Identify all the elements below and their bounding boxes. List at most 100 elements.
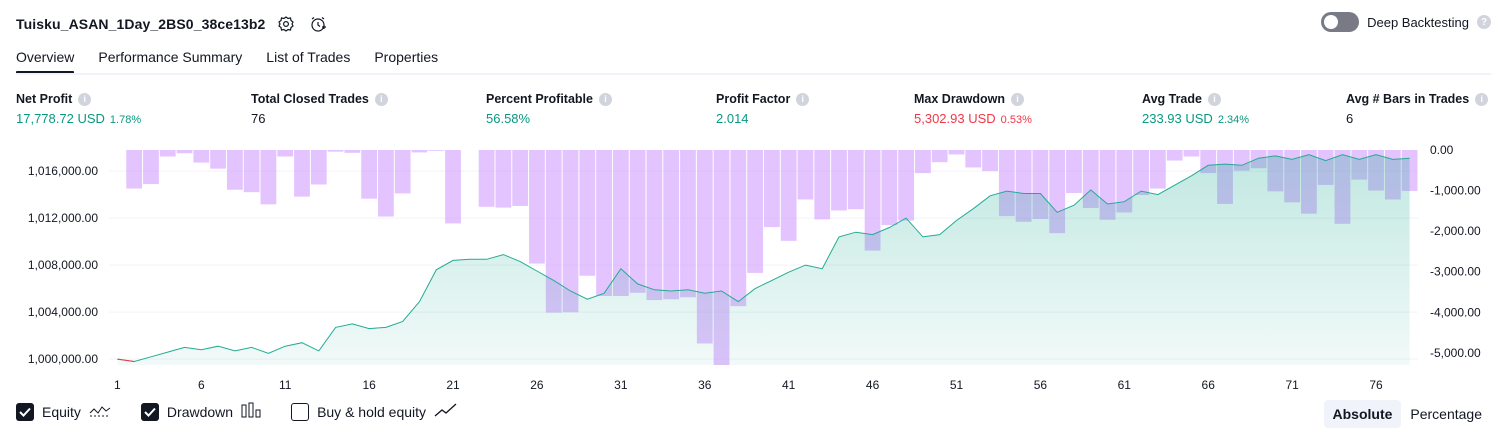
y-axis-right-label: -5,000.00 [1430,346,1481,360]
drawdown-bar [243,150,260,193]
metric-label: Max Drawdown [914,92,1005,106]
x-axis-label: 6 [198,378,205,392]
metric-value: 2.014 [716,111,749,126]
x-axis-label: 21 [446,378,460,392]
chart-legend: Equity Drawdown Buy & hold equity [16,402,488,421]
buy-hold-checkbox[interactable] [291,402,310,421]
drawdown-bar [226,150,243,190]
x-axis-label: 36 [698,378,712,392]
drawdown-bar [747,150,763,273]
tab-list-of-trades[interactable]: List of Trades [266,46,350,74]
drawdown-bar [277,150,294,157]
drawdown-bar [159,150,176,157]
x-axis-label: 51 [950,378,964,392]
legend-buy-hold-label: Buy & hold equity [317,403,427,420]
x-axis-label: 56 [1034,378,1048,392]
legend-buy-hold[interactable]: Buy & hold equity [291,402,458,421]
gear-icon[interactable] [275,13,297,35]
drawdown-bar [428,150,445,151]
y-axis-right-label: -2,000.00 [1430,224,1481,238]
metric-value: 6 [1346,111,1354,126]
drawdown-bar [529,150,545,264]
drawdown-bar [646,150,663,301]
drawdown-bar [663,150,680,300]
legend-equity[interactable]: Equity [16,402,111,421]
metric-total-closed-trades: Total Closed Trades i 76 [251,92,388,126]
alarm-clock-icon[interactable] [307,13,329,35]
drawdown-bar [1133,150,1149,196]
drawdown-bar [478,150,495,207]
y-axis-right-label: -3,000.00 [1430,265,1481,279]
tab-performance-summary[interactable]: Performance Summary [98,46,242,74]
drawdown-bar [327,150,344,152]
drawdown-bar [310,150,327,185]
drawdown-bar [260,150,277,205]
deep-backtesting-label: Deep Backtesting [1367,14,1469,30]
drawdown-bar [579,150,596,276]
legend-drawdown-label: Drawdown [166,403,234,420]
metric-label: Avg Trade [1142,92,1202,106]
legend-drawdown[interactable]: Drawdown [140,402,261,421]
drawdown-bar [193,150,210,163]
y-axis-left-label: 1,012,000.00 [28,211,98,225]
metric-avg-bars: Avg # Bars in Trades i 6 [1346,92,1489,126]
drawdown-bar [1066,150,1082,193]
x-axis-label: 16 [362,378,376,392]
info-icon[interactable]: i [598,92,612,106]
drawdown-bar [730,150,747,307]
info-icon[interactable]: i [1475,92,1489,106]
x-axis-label: 11 [279,378,292,392]
x-axis-label: 1 [114,378,121,392]
bar-chart-icon [241,402,261,421]
deep-backtesting: Deep Backtesting ? [1321,12,1491,32]
drawdown-bar [512,150,529,206]
drawdown-bar [210,150,226,169]
metric-max-drawdown: Max Drawdown i 5,302.93 USD 0.53% [914,92,1032,126]
drawdown-bar [797,150,814,200]
equity-checkbox[interactable] [16,402,34,421]
tab-bar: Overview Performance Summary List of Tra… [16,46,438,74]
y-axis-left-label: 1,004,000.00 [28,305,98,319]
info-icon[interactable]: i [796,92,810,106]
drawdown-checkbox[interactable] [140,402,159,421]
y-axis-right-label: -1,000.00 [1430,184,1481,198]
drawdown-bar [143,150,159,185]
drawdown-bar [898,150,915,221]
metric-percent: 0.53% [1000,114,1032,126]
drawdown-bar [680,150,696,298]
metric-net-profit: Net Profit i 17,778.72 USD 1.78% [16,92,141,126]
drawdown-bar [495,150,512,208]
info-icon[interactable]: i [78,92,92,106]
metric-label: Percent Profitable [486,92,593,106]
drawdown-bar [294,150,310,197]
y-axis-left-label: 1,016,000.00 [28,164,98,178]
info-icon[interactable]: i [1011,92,1024,106]
info-icon[interactable]: i [1207,92,1221,106]
help-icon[interactable]: ? [1477,15,1491,29]
y-axis-right-label: 0.00 [1430,143,1454,157]
drawdown-bar [847,150,864,210]
metric-label: Avg # Bars in Trades [1346,92,1470,106]
metric-label: Net Profit [16,92,73,106]
drawdown-bar [764,150,780,228]
drawdown-bar [915,150,931,174]
deep-backtesting-toggle[interactable] [1321,12,1360,32]
drawdown-bar [344,150,361,153]
tab-properties[interactable]: Properties [374,46,438,74]
x-axis-label: 46 [866,378,880,392]
mode-switch: Absolute Percentage [1323,400,1492,428]
drawdown-bar [445,150,461,224]
absolute-button[interactable]: Absolute [1323,400,1402,428]
equity-drawdown-chart[interactable]: 1,000,000.00 1,004,000.00 1,008,000.00 1,01… [0,140,1507,395]
info-icon[interactable]: i [374,92,388,106]
metric-percent: 2.34% [1217,114,1250,126]
x-axis-label: 76 [1369,378,1383,392]
drawdown-bar [1149,150,1166,189]
tab-overview[interactable]: Overview [16,46,75,74]
drawdown-bar [780,150,797,241]
strategy-header: Tuisku_ASAN_1Day_2BS0_38ce13b2 [16,12,329,36]
y-axis-right-label: -4,000.00 [1430,305,1481,319]
percentage-button[interactable]: Percentage [1401,400,1491,428]
drawdown-bar [982,150,998,172]
metric-avg-trade: Avg Trade i 233.93 USD 2.34% [1142,92,1249,126]
